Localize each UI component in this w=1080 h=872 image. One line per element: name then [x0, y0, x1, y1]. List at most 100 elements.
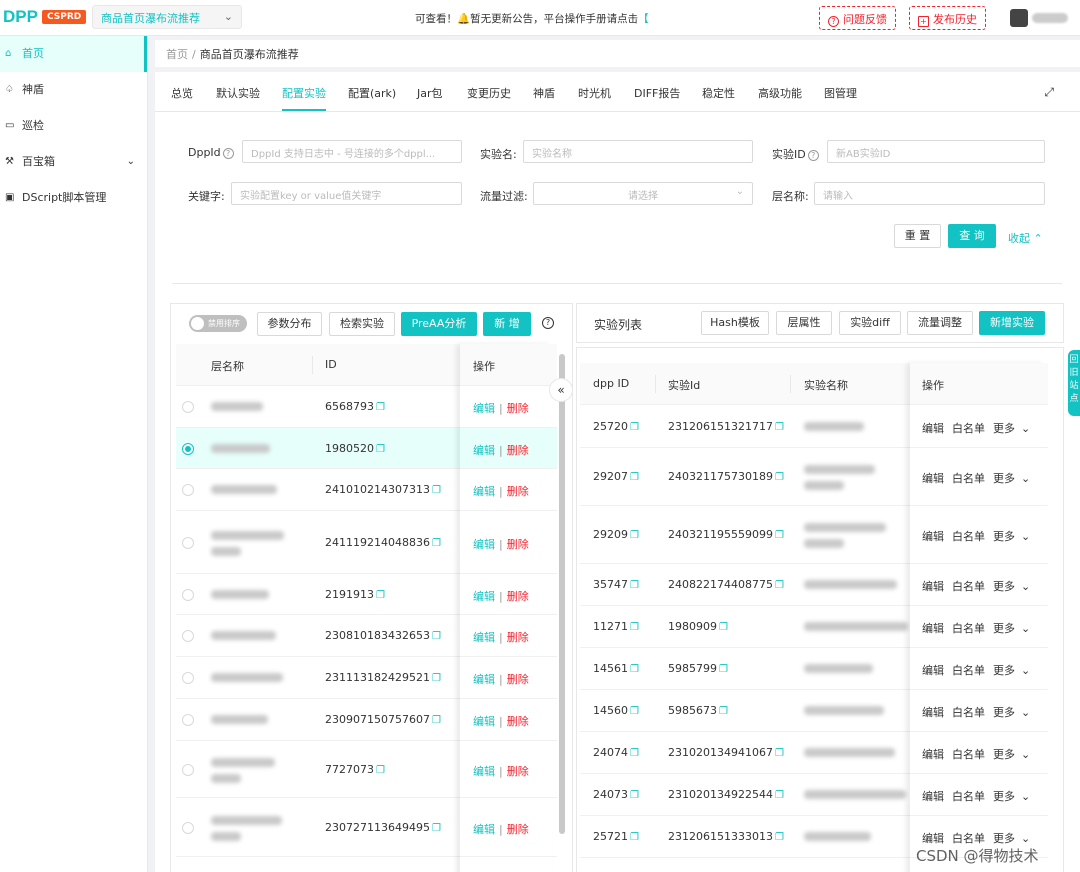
edit-link[interactable]: 编辑 [922, 422, 944, 435]
app-logo[interactable]: DPP [3, 7, 38, 27]
delete-link[interactable]: 删除 [507, 590, 529, 603]
sidebar-item-dscript[interactable]: ▣ DScript脚本管理 [0, 180, 147, 216]
whitelist-link[interactable]: 白名单 [952, 748, 985, 761]
layer-attr-button[interactable]: 层属性 [776, 311, 832, 335]
tab-advanced[interactable]: 高级功能 [758, 85, 802, 101]
sidebar-item-toolbox[interactable]: ⚒ 百宝箱 ⌄ [0, 144, 147, 180]
disable-sort-toggle[interactable]: 禁用排序 [189, 315, 247, 332]
edit-link[interactable]: 编辑 [922, 580, 944, 593]
layer-id[interactable]: 230810183432653 ❐ [325, 629, 441, 642]
tab-config-ark[interactable]: 配置(ark) [348, 85, 396, 101]
copy-icon[interactable]: ❐ [775, 472, 784, 483]
copy-icon[interactable]: ❐ [376, 444, 385, 455]
edit-link[interactable]: 编辑 [473, 631, 495, 644]
row-radio[interactable] [182, 443, 194, 455]
copy-icon[interactable]: ❐ [376, 590, 385, 601]
delete-link[interactable]: 删除 [507, 402, 529, 415]
whitelist-link[interactable]: 白名单 [952, 422, 985, 435]
layer-id[interactable]: 2191913 ❐ [325, 588, 385, 601]
whitelist-link[interactable]: 白名单 [952, 664, 985, 677]
exp-name-input[interactable]: 实验名称 [523, 140, 753, 163]
edit-link[interactable]: 编辑 [922, 622, 944, 635]
copy-icon[interactable]: ❐ [432, 538, 441, 549]
tab-overview[interactable]: 总览 [171, 85, 193, 101]
edit-link[interactable]: 编辑 [473, 673, 495, 686]
announcement-ticker[interactable]: 可查看！🔔暂无更新公告，平台操作手册请点击【 [415, 11, 649, 26]
row-radio[interactable] [182, 484, 194, 496]
layer-id[interactable]: 230907150757607 ❐ [325, 713, 441, 726]
copy-icon[interactable]: ❐ [432, 485, 441, 496]
edit-link[interactable]: 编辑 [473, 538, 495, 551]
more-dropdown[interactable]: 更多 [993, 706, 1015, 719]
tab-jar[interactable]: Jar包 [417, 85, 443, 101]
more-dropdown[interactable]: 更多 [993, 832, 1015, 845]
copy-icon[interactable]: ❐ [630, 706, 639, 717]
edit-link[interactable]: 编辑 [922, 790, 944, 803]
layer-id[interactable]: 6568793 ❐ [325, 400, 385, 413]
row-radio[interactable] [182, 537, 194, 549]
reset-button[interactable]: 重 置 [894, 224, 941, 248]
delete-link[interactable]: 删除 [507, 823, 529, 836]
copy-icon[interactable]: ❐ [376, 765, 385, 776]
tab-change-history[interactable]: 变更历史 [467, 85, 511, 101]
row-radio[interactable] [182, 589, 194, 601]
edit-link[interactable]: 编辑 [922, 530, 944, 543]
more-dropdown[interactable]: 更多 [993, 530, 1015, 543]
tab-default-exp[interactable]: 默认实验 [216, 85, 260, 101]
more-dropdown[interactable]: 更多 [993, 622, 1015, 635]
hash-template-button[interactable]: Hash模板 [701, 311, 769, 335]
back-to-old-site-tab[interactable]: 回旧站点 [1068, 350, 1080, 416]
layer-id[interactable]: 241010214307313 ❐ [325, 483, 441, 496]
preaa-analysis-button[interactable]: PreAA分析 [401, 312, 477, 336]
edit-link[interactable]: 编辑 [922, 832, 944, 845]
delete-link[interactable]: 删除 [507, 485, 529, 498]
copy-icon[interactable]: ❐ [719, 622, 728, 633]
edit-link[interactable]: 编辑 [473, 715, 495, 728]
edit-link[interactable]: 编辑 [922, 748, 944, 761]
keyword-input[interactable]: 实验配置key or value值关键字 [231, 182, 462, 205]
edit-link[interactable]: 编辑 [473, 765, 495, 778]
more-dropdown[interactable]: 更多 [993, 580, 1015, 593]
question-icon[interactable]: ? [807, 150, 819, 161]
dppid-input[interactable]: DppId 支持日志中 - 号连接的多个dppl... [242, 140, 462, 163]
edit-link[interactable]: 编辑 [922, 472, 944, 485]
scrollbar[interactable] [559, 354, 565, 834]
whitelist-link[interactable]: 白名单 [952, 530, 985, 543]
row-radio[interactable] [182, 672, 194, 684]
copy-icon[interactable]: ❐ [630, 748, 639, 759]
add-experiment-button[interactable]: 新增实验 [979, 311, 1045, 335]
layer-id[interactable]: 230727113649495 ❐ [325, 821, 441, 834]
layer-id[interactable]: 1980520 ❐ [325, 442, 385, 455]
copy-icon[interactable]: ❐ [630, 790, 639, 801]
copy-icon[interactable]: ❐ [630, 832, 639, 843]
app-selector[interactable]: 商品首页瀑布流推荐 ⌄ [92, 5, 242, 29]
question-icon[interactable]: ? [222, 148, 234, 159]
add-layer-button[interactable]: 新 增 [483, 312, 531, 336]
tab-time-machine[interactable]: 时光机 [578, 85, 611, 101]
traffic-filter-select[interactable]: 请选择 ⌄ [533, 182, 753, 205]
tab-config-exp[interactable]: 配置实验 [282, 85, 326, 101]
delete-link[interactable]: 删除 [507, 538, 529, 551]
copy-icon[interactable]: ❐ [775, 580, 784, 591]
feedback-button[interactable]: ? 问题反馈 [819, 6, 896, 30]
layer-id[interactable]: 231113182429521 ❐ [325, 671, 441, 684]
query-button[interactable]: 查 询 [948, 224, 996, 248]
avatar[interactable] [1010, 9, 1028, 27]
fullscreen-icon[interactable]: ⤢ [1044, 85, 1054, 100]
more-dropdown[interactable]: 更多 [993, 664, 1015, 677]
copy-icon[interactable]: ❐ [630, 580, 639, 591]
question-icon[interactable]: ? [542, 317, 554, 329]
sidebar-item-inspection[interactable]: ▭ 巡检 [0, 108, 147, 144]
exp-diff-button[interactable]: 实验diff [839, 311, 901, 335]
edit-link[interactable]: 编辑 [473, 823, 495, 836]
delete-link[interactable]: 删除 [507, 673, 529, 686]
breadcrumb-home[interactable]: 首页 [166, 48, 188, 61]
collapse-filter-link[interactable]: 收起 ⌃ [1008, 230, 1043, 246]
edit-link[interactable]: 编辑 [473, 444, 495, 457]
more-dropdown[interactable]: 更多 [993, 422, 1015, 435]
collapse-panel-button[interactable]: « [549, 378, 573, 402]
copy-icon[interactable]: ❐ [432, 631, 441, 642]
edit-link[interactable]: 编辑 [473, 402, 495, 415]
copy-icon[interactable]: ❐ [630, 472, 639, 483]
copy-icon[interactable]: ❐ [775, 748, 784, 759]
